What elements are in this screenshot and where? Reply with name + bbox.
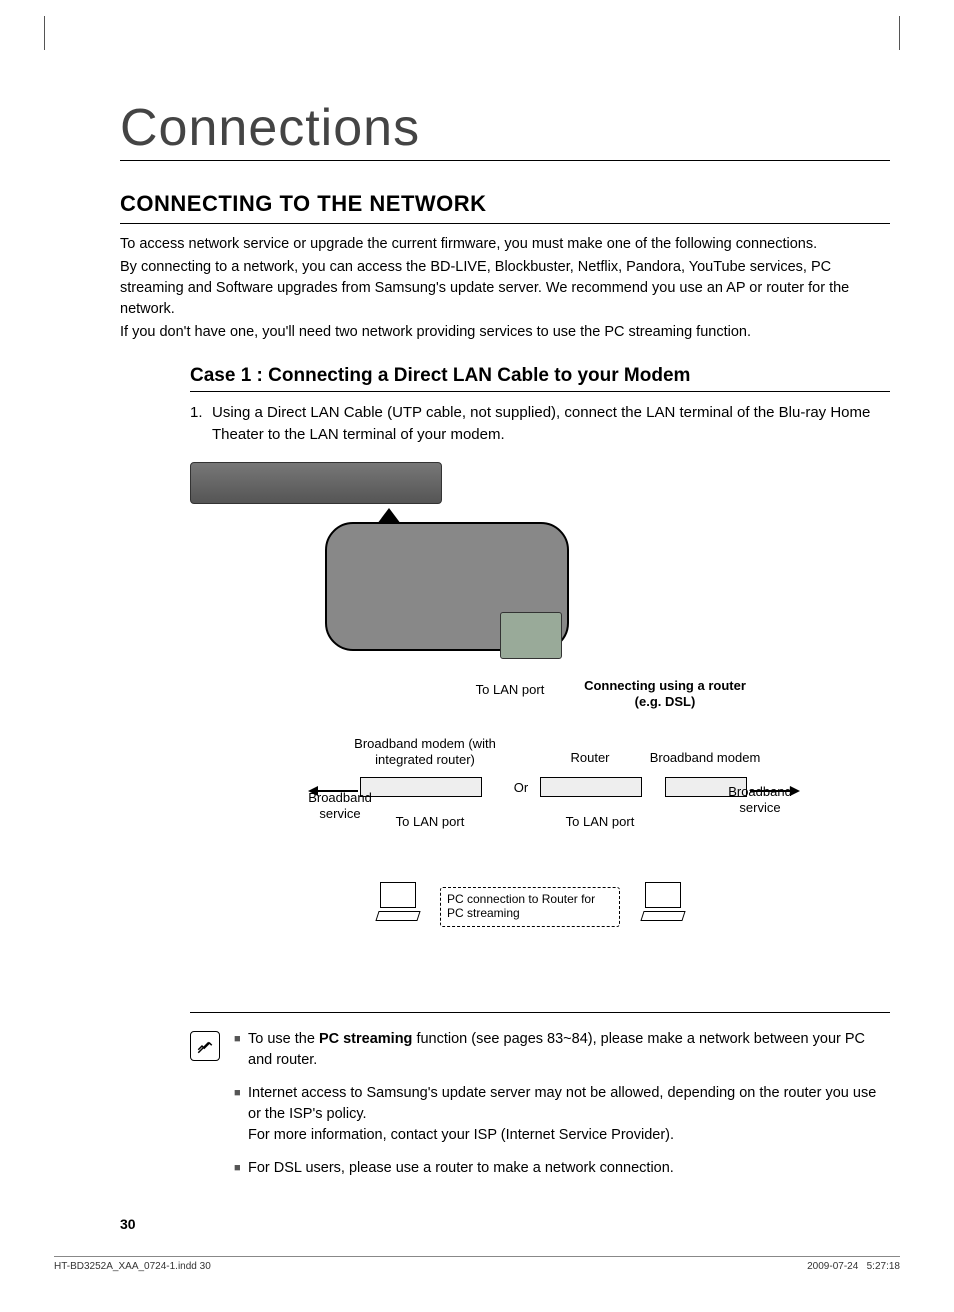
label-pc-connection: PC connection to Router for PC streaming	[440, 887, 620, 927]
note-text: To use the PC streaming function (see pa…	[248, 1029, 890, 1071]
footer-datetime: 2009-07-24 5:27:18	[807, 1261, 900, 1272]
page-title: Connections	[120, 98, 890, 161]
step-number: 1.	[190, 402, 212, 446]
label-to-lan-port: To LAN port	[470, 682, 550, 698]
case-title: Case 1 : Connecting a Direct LAN Cable t…	[190, 365, 890, 392]
intro-p3: If you don't have one, you'll need two n…	[120, 322, 890, 343]
case-block: Case 1 : Connecting a Direct LAN Cable t…	[190, 365, 890, 942]
label-broadband-modem: Broadband modem	[640, 750, 770, 766]
note-icon	[190, 1031, 220, 1061]
step-1: 1. Using a Direct LAN Cable (UTP cable, …	[190, 402, 890, 446]
section-title: CONNECTING TO THE NETWORK	[120, 191, 890, 224]
footer-filename: HT-BD3252A_XAA_0724-1.indd 30	[54, 1261, 211, 1272]
label-or: Or	[506, 780, 536, 796]
pc-icon	[640, 882, 686, 924]
note-span: For more information, contact your ISP (…	[248, 1127, 674, 1143]
crop-mark	[44, 16, 45, 50]
footer-date: 2009-07-24	[807, 1261, 858, 1272]
label-connecting-router: Connecting using a router (e.g. DSL)	[580, 678, 750, 711]
notes-list: ■ To use the PC streaming function (see …	[234, 1029, 890, 1191]
label-broadband-service-left: Broadband service	[300, 790, 380, 823]
footer: HT-BD3252A_XAA_0724-1.indd 30 2009-07-24…	[54, 1256, 900, 1272]
bullet-icon: ■	[234, 1029, 248, 1071]
connection-diagram: To LAN port Connecting using a router (e…	[190, 462, 850, 942]
bullet-icon: ■	[234, 1158, 248, 1179]
crop-mark	[899, 16, 900, 50]
label-router: Router	[550, 750, 630, 766]
note-bold: PC streaming	[319, 1031, 412, 1047]
footer-time: 5:27:18	[867, 1261, 900, 1272]
step-text: Using a Direct LAN Cable (UTP cable, not…	[212, 402, 890, 446]
router-icon	[540, 777, 642, 797]
bullet-icon: ■	[234, 1083, 248, 1146]
note-text: Internet access to Samsung's update serv…	[248, 1083, 890, 1146]
page-content: Connections CONNECTING TO THE NETWORK To…	[120, 98, 890, 1191]
lan-port-enlarged-icon	[500, 612, 562, 659]
pc-icon	[375, 882, 421, 924]
note-item: ■ To use the PC streaming function (see …	[234, 1029, 890, 1071]
intro-p1: To access network service or upgrade the…	[120, 234, 890, 255]
label-broadband-service-right: Broadband service	[720, 784, 800, 817]
intro-text: To access network service or upgrade the…	[120, 234, 890, 343]
intro-p2: By connecting to a network, you can acce…	[120, 257, 890, 320]
label-broadband-modem-integrated: Broadband modem (with integrated router)	[350, 736, 500, 769]
label-to-lan-port-3: To LAN port	[560, 814, 640, 830]
note-item: ■ Internet access to Samsung's update se…	[234, 1083, 890, 1146]
note-text: For DSL users, please use a router to ma…	[248, 1158, 890, 1179]
page-number: 30	[120, 1216, 136, 1232]
label-to-lan-port-2: To LAN port	[390, 814, 470, 830]
note-span: Internet access to Samsung's update serv…	[248, 1085, 876, 1122]
note-span: To use the	[248, 1031, 319, 1047]
bluray-player-icon	[190, 462, 442, 504]
notes-block: ■ To use the PC streaming function (see …	[190, 1012, 890, 1191]
note-item: ■ For DSL users, please use a router to …	[234, 1158, 890, 1179]
